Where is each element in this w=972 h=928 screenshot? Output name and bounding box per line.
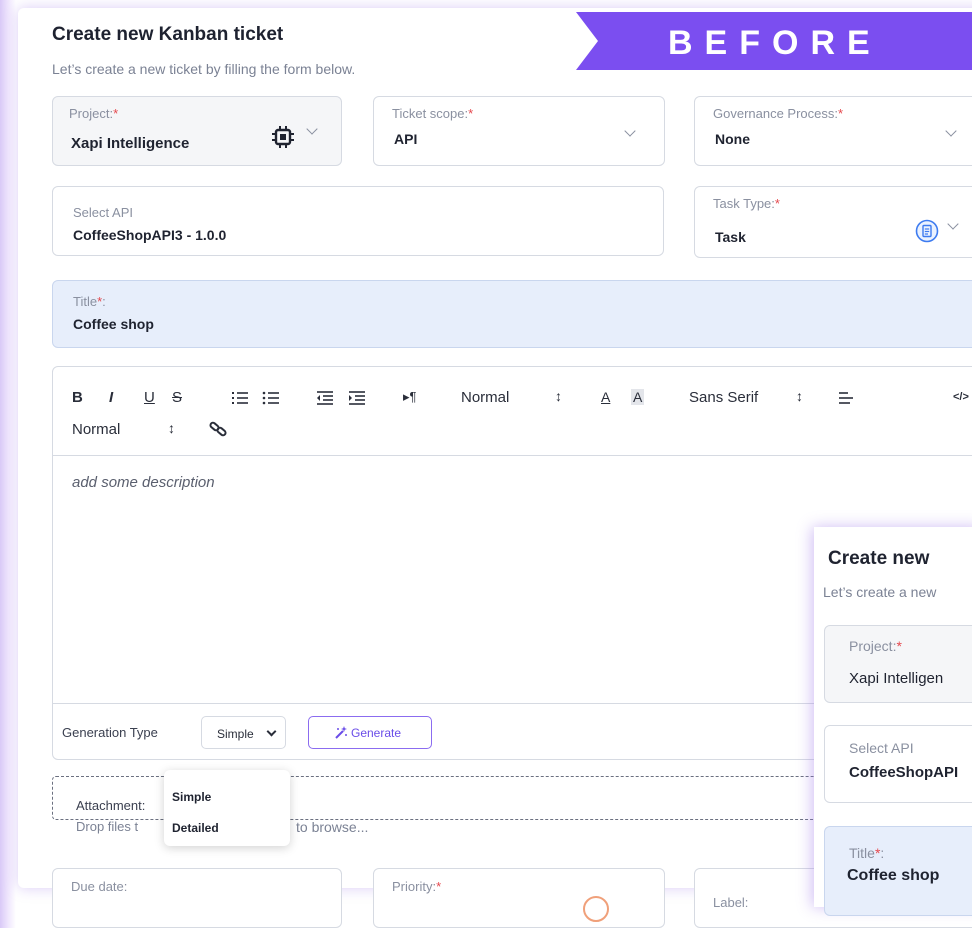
page-subtitle: Let’s create a new ticket by filling the… <box>52 61 356 77</box>
overlay-project-value: Xapi Intelligen <box>849 670 944 687</box>
ticket-scope-value: API <box>394 131 418 147</box>
dropdown-option-detailed[interactable]: Detailed <box>172 821 219 835</box>
attachment-hint-start: Drop files t <box>76 819 139 834</box>
ticket-scope-select[interactable]: Ticket scope:* API <box>373 96 665 166</box>
page-title: Create new Kanban ticket <box>52 24 284 45</box>
task-type-label: Task Type: <box>713 196 775 211</box>
required-mark: * <box>113 106 119 121</box>
align-icon[interactable] <box>838 391 854 405</box>
select-api-value: CoffeeShopAPI3 - 1.0.0 <box>73 227 227 243</box>
project-label: Project: <box>69 106 114 121</box>
overlay-select-api-value: CoffeeShopAPI <box>849 764 959 781</box>
italic-button[interactable]: I <box>109 389 113 406</box>
generation-type-label: Generation Type <box>62 725 158 740</box>
font-select[interactable]: Sans Serif <box>689 389 758 406</box>
overlay-select-api-label: Select API <box>849 740 914 756</box>
task-type-value: Task <box>715 229 746 245</box>
code-block-button[interactable]: </> <box>953 391 969 403</box>
dropdown-option-simple[interactable]: Simple <box>172 790 211 804</box>
document-icon <box>915 219 939 243</box>
overlay-subtitle: Let’s create a new <box>823 584 937 600</box>
attachment-hint-end: to browse... <box>296 819 369 835</box>
heading-sort-icon[interactable]: ↕ <box>555 388 562 404</box>
editor-toolbar <box>53 367 972 456</box>
attachment-label: Attachment: <box>76 798 146 813</box>
governance-label: Governance Process: <box>713 106 839 121</box>
due-date-field[interactable]: Due date: <box>52 868 342 928</box>
overlay-title-label: Title <box>849 845 875 861</box>
required-mark: * <box>896 638 902 654</box>
title-label: Title <box>73 294 98 309</box>
select-api-label: Select API <box>73 205 133 220</box>
pilcrow-icon: ¶ <box>409 389 417 404</box>
ticket-scope-label: Ticket scope: <box>392 106 469 121</box>
overlay-project-label: Project: <box>849 638 897 654</box>
chevron-down-icon <box>947 218 959 230</box>
chevron-down-icon <box>624 125 636 137</box>
select-api-field[interactable]: Select API CoffeeShopAPI3 - 1.0.0 <box>52 186 664 256</box>
title-field[interactable]: Title*: Coffee shop <box>52 280 972 348</box>
before-banner: BEFORE <box>576 12 972 70</box>
chevron-down-icon <box>945 125 957 137</box>
overlay-title: Create new <box>828 548 930 569</box>
bold-button[interactable]: B <box>72 389 83 406</box>
generation-type-select[interactable]: Simple <box>201 716 286 749</box>
required-mark: * <box>436 879 442 894</box>
title-colon: : <box>102 294 106 309</box>
overlay-project-field[interactable]: Project:* Xapi Intelligen <box>824 625 972 703</box>
project-value: Xapi Intelligence <box>71 135 190 152</box>
heading-select[interactable]: Normal <box>461 389 509 406</box>
due-date-label: Due date: <box>71 879 128 894</box>
outdent-icon[interactable] <box>316 390 334 406</box>
strikethrough-button[interactable]: S <box>172 389 182 406</box>
size-select[interactable]: Normal <box>72 421 120 438</box>
generate-label: Generate <box>351 726 402 740</box>
ordered-list-icon[interactable] <box>231 390 249 406</box>
after-preview-panel: Create new Let’s create a new Project:* … <box>814 527 972 916</box>
link-icon[interactable] <box>208 420 228 438</box>
priority-circle-icon <box>583 896 609 922</box>
project-select[interactable]: Project:* Xapi Intelligence <box>52 96 342 166</box>
text-color-button[interactable]: A <box>601 389 610 405</box>
description-placeholder[interactable]: add some description <box>72 474 215 491</box>
priority-label: Priority: <box>392 879 437 894</box>
priority-select[interactable]: Priority:* <box>373 868 665 928</box>
size-sort-icon[interactable]: ↕ <box>168 420 175 436</box>
bullet-list-icon[interactable] <box>262 390 280 406</box>
underline-button[interactable]: U <box>144 389 155 406</box>
generation-type-dropdown: Simple Detailed <box>164 770 290 846</box>
indent-icon[interactable] <box>348 390 366 406</box>
task-type-select[interactable]: Task Type:* Task <box>694 186 972 258</box>
required-mark: * <box>468 106 474 121</box>
title-value: Coffee shop <box>73 316 154 332</box>
text-direction-button[interactable]: ▸¶ <box>403 389 417 405</box>
title-colon: : <box>880 845 885 861</box>
required-mark: * <box>774 196 780 211</box>
generation-type-value: Simple <box>217 727 254 741</box>
font-sort-icon[interactable]: ↕ <box>796 388 803 404</box>
banner-text: BEFORE <box>668 24 882 62</box>
required-mark: * <box>838 106 844 121</box>
background-color-button[interactable]: A <box>631 389 645 405</box>
chip-icon <box>272 126 294 148</box>
governance-value: None <box>715 131 750 147</box>
governance-process-select[interactable]: Governance Process:* None <box>694 96 972 166</box>
overlay-select-api-field[interactable]: Select API CoffeeShopAPI <box>824 725 972 803</box>
chevron-down-icon <box>266 726 277 737</box>
chevron-down-icon <box>306 123 318 135</box>
magic-wand-icon <box>335 726 347 739</box>
generate-button[interactable]: Generate <box>308 716 432 749</box>
overlay-title-value: Coffee shop <box>847 867 940 884</box>
